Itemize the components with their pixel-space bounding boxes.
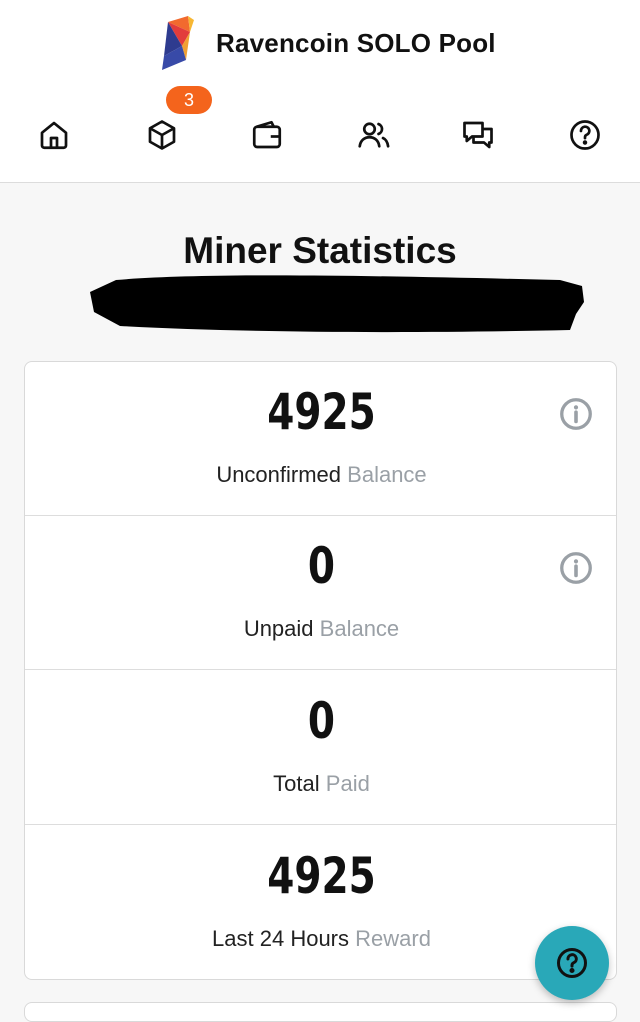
stat-value: 4925 xyxy=(267,847,376,905)
miner-stats-card: 4925 Unconfirmed Balance 0 Unpaid Balanc… xyxy=(24,361,617,980)
ravencoin-logo-icon xyxy=(162,16,194,70)
stat-label: Last 24 Hours Reward xyxy=(25,926,616,952)
help-circle-icon xyxy=(570,120,600,150)
stat-label-main: Total xyxy=(273,771,320,796)
stat-label: Unpaid Balance xyxy=(25,616,616,642)
info-icon[interactable] xyxy=(558,550,594,586)
stat-unconfirmed-balance: 4925 Unconfirmed Balance xyxy=(25,362,616,516)
stat-label-main: Last 24 Hours xyxy=(212,926,350,951)
help-fab-button[interactable] xyxy=(535,926,609,1000)
stat-label-muted: Paid xyxy=(325,771,370,796)
stat-value: 0 xyxy=(307,692,336,750)
nav-blocks[interactable] xyxy=(137,110,187,160)
stat-label-muted: Reward xyxy=(355,926,431,951)
app-header: Ravencoin SOLO Pool 3 xyxy=(0,0,640,183)
nav-help[interactable] xyxy=(560,110,610,160)
nav-chat[interactable] xyxy=(453,110,503,160)
stat-label-muted: Balance xyxy=(319,616,400,641)
stat-label-main: Unpaid xyxy=(243,616,314,641)
stat-value: 0 xyxy=(307,537,336,595)
nav-miners[interactable] xyxy=(349,110,399,160)
redacted-address xyxy=(90,275,584,333)
wallet-icon xyxy=(252,120,282,149)
next-card xyxy=(24,1002,617,1022)
chat-icon xyxy=(463,121,493,149)
stat-label-main: Unconfirmed xyxy=(216,462,342,487)
info-icon[interactable] xyxy=(558,396,594,432)
cube-icon xyxy=(148,120,176,150)
home-icon xyxy=(40,121,68,150)
brand-title: Ravencoin SOLO Pool xyxy=(216,27,496,58)
page-title: Miner Statistics xyxy=(183,230,457,271)
help-circle-icon xyxy=(557,948,587,978)
stat-unpaid-balance: 0 Unpaid Balance xyxy=(25,516,616,670)
users-icon xyxy=(358,122,390,148)
nav-wallet[interactable] xyxy=(242,110,292,160)
stat-label-muted: Balance xyxy=(347,462,427,487)
stat-label: Total Paid xyxy=(25,771,616,797)
main-nav xyxy=(0,110,640,160)
brand[interactable]: Ravencoin SOLO Pool xyxy=(160,16,496,70)
nav-home[interactable] xyxy=(29,110,79,160)
stat-last-24h-reward: 4925 Last 24 Hours Reward xyxy=(25,826,616,979)
stat-value: 4925 xyxy=(267,383,376,441)
stat-label: Unconfirmed Balance xyxy=(25,462,616,488)
stat-total-paid: 0 Total Paid xyxy=(25,671,616,825)
